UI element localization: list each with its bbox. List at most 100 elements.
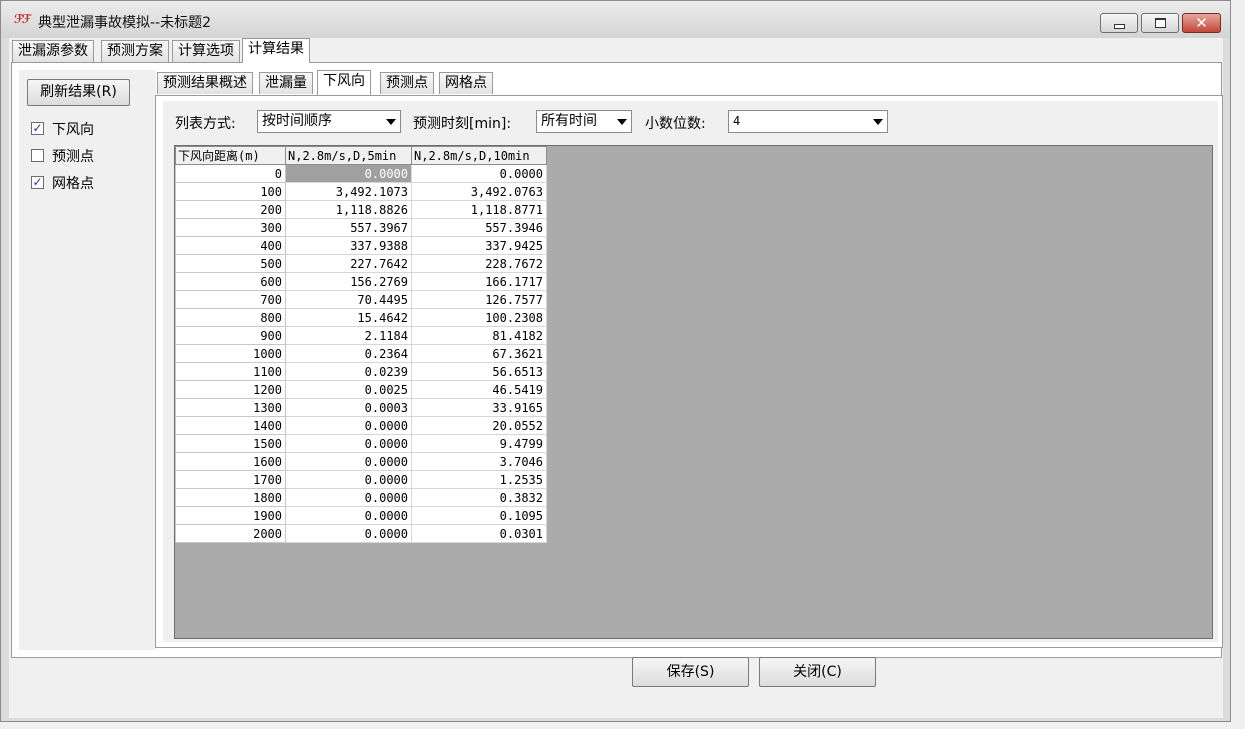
cell-5min[interactable]: 156.2769 <box>285 272 412 291</box>
cell-distance[interactable]: 2000 <box>175 524 286 543</box>
list-mode-select[interactable]: 按时间顺序 <box>257 110 401 133</box>
maximize-button[interactable] <box>1141 13 1179 33</box>
cell-distance[interactable]: 200 <box>175 200 286 219</box>
minimize-button[interactable] <box>1100 13 1138 33</box>
checkbox-grid-points[interactable]: ✓ <box>31 176 44 189</box>
cell-5min[interactable]: 0.0000 <box>285 470 412 489</box>
table-row[interactable]: 1200 0.0025 46.5419 <box>175 380 547 399</box>
column-header-distance[interactable]: 下风向距离(m) <box>175 146 286 165</box>
cell-distance[interactable]: 1800 <box>175 488 286 507</box>
table-row[interactable]: 900 2.1184 81.4182 <box>175 326 547 345</box>
tab-results-overview[interactable]: 预测结果概述 <box>157 72 253 94</box>
cell-distance[interactable]: 800 <box>175 308 286 327</box>
cell-distance[interactable]: 1700 <box>175 470 286 489</box>
cell-10min[interactable]: 20.0552 <box>411 416 547 435</box>
cell-distance[interactable]: 600 <box>175 272 286 291</box>
cell-10min[interactable]: 0.3832 <box>411 488 547 507</box>
tab-calc-options[interactable]: 计算选项 <box>172 40 240 62</box>
cell-10min[interactable]: 557.3946 <box>411 218 547 237</box>
cell-10min[interactable]: 166.1717 <box>411 272 547 291</box>
tab-forecast-points[interactable]: 预测点 <box>380 72 434 94</box>
cell-5min[interactable]: 1,118.8826 <box>285 200 412 219</box>
save-button[interactable]: 保存(S) <box>632 657 749 687</box>
table-row[interactable]: 700 70.4495 126.7577 <box>175 290 547 309</box>
cell-10min[interactable]: 0.0301 <box>411 524 547 543</box>
cell-10min[interactable]: 337.9425 <box>411 236 547 255</box>
decimals-select[interactable]: 4 <box>728 110 888 133</box>
cell-5min[interactable]: 0.0239 <box>285 362 412 381</box>
cell-5min[interactable]: 70.4495 <box>285 290 412 309</box>
table-row[interactable]: 200 1,118.8826 1,118.8771 <box>175 200 547 219</box>
cell-5min[interactable]: 0.0000 <box>285 452 412 471</box>
checkbox-downwind[interactable]: ✓ <box>31 122 44 135</box>
cell-distance[interactable]: 1600 <box>175 452 286 471</box>
table-row[interactable]: 800 15.4642 100.2308 <box>175 308 547 327</box>
table-row[interactable]: 1100 0.0239 56.6513 <box>175 362 547 381</box>
tab-calc-results[interactable]: 计算结果 <box>242 38 310 63</box>
table-row[interactable]: 1300 0.0003 33.9165 <box>175 398 547 417</box>
cell-10min[interactable]: 9.4799 <box>411 434 547 453</box>
cell-distance[interactable]: 1100 <box>175 362 286 381</box>
table-row[interactable]: 400 337.9388 337.9425 <box>175 236 547 255</box>
close-button[interactable]: 关闭(C) <box>759 657 876 687</box>
cell-distance[interactable]: 700 <box>175 290 286 309</box>
cell-5min[interactable]: 227.7642 <box>285 254 412 273</box>
table-row[interactable]: 1400 0.0000 20.0552 <box>175 416 547 435</box>
cell-distance[interactable]: 500 <box>175 254 286 273</box>
cell-5min[interactable]: 0.0025 <box>285 380 412 399</box>
refresh-results-button[interactable]: 刷新结果(R) <box>27 79 130 106</box>
cell-10min[interactable]: 126.7577 <box>411 290 547 309</box>
checkbox-forecast-points[interactable] <box>31 149 44 162</box>
cell-distance[interactable]: 1000 <box>175 344 286 363</box>
cell-5min[interactable]: 0.0000 <box>285 488 412 507</box>
cell-10min[interactable]: 46.5419 <box>411 380 547 399</box>
cell-5min[interactable]: 2.1184 <box>285 326 412 345</box>
cell-distance[interactable]: 0 <box>175 164 286 183</box>
cell-5min[interactable]: 557.3967 <box>285 218 412 237</box>
cell-10min[interactable]: 56.6513 <box>411 362 547 381</box>
cell-distance[interactable]: 1300 <box>175 398 286 417</box>
table-row[interactable]: 1500 0.0000 9.4799 <box>175 434 547 453</box>
cell-distance[interactable]: 1200 <box>175 380 286 399</box>
cell-distance[interactable]: 100 <box>175 182 286 201</box>
column-header-5min[interactable]: N,2.8m/s,D,5min <box>285 146 412 165</box>
cell-10min[interactable]: 67.3621 <box>411 344 547 363</box>
tab-downwind[interactable]: 下风向 <box>317 70 371 95</box>
cell-5min[interactable]: 337.9388 <box>285 236 412 255</box>
table-row[interactable]: 1600 0.0000 3.7046 <box>175 452 547 471</box>
column-header-10min[interactable]: N,2.8m/s,D,10min <box>411 146 547 165</box>
tab-grid-points[interactable]: 网格点 <box>439 72 493 94</box>
cell-distance[interactable]: 400 <box>175 236 286 255</box>
cell-distance[interactable]: 300 <box>175 218 286 237</box>
table-row[interactable]: 1900 0.0000 0.1095 <box>175 506 547 525</box>
cell-5min[interactable]: 3,492.1073 <box>285 182 412 201</box>
cell-distance[interactable]: 1900 <box>175 506 286 525</box>
downwind-results-grid[interactable]: 下风向距离(m) N,2.8m/s,D,5min N,2.8m/s,D,10mi… <box>174 145 1213 639</box>
tab-leak-amount[interactable]: 泄漏量 <box>259 72 313 94</box>
cell-10min[interactable]: 1,118.8771 <box>411 200 547 219</box>
close-window-button[interactable]: ✕ <box>1182 13 1221 33</box>
table-row[interactable]: 100 3,492.1073 3,492.0763 <box>175 182 547 201</box>
cell-10min[interactable]: 100.2308 <box>411 308 547 327</box>
table-row[interactable]: 300 557.3967 557.3946 <box>175 218 547 237</box>
table-row[interactable]: 600 156.2769 166.1717 <box>175 272 547 291</box>
cell-5min[interactable]: 0.0000 <box>285 524 412 543</box>
cell-10min[interactable]: 3.7046 <box>411 452 547 471</box>
table-row[interactable]: 1800 0.0000 0.3832 <box>175 488 547 507</box>
table-row[interactable]: 500 227.7642 228.7672 <box>175 254 547 273</box>
forecast-time-select[interactable]: 所有时间 <box>536 110 632 133</box>
cell-5min[interactable]: 15.4642 <box>285 308 412 327</box>
cell-10min[interactable]: 0.0000 <box>411 164 547 183</box>
table-row[interactable]: 0 0.0000 0.0000 <box>175 164 547 183</box>
cell-5min[interactable]: 0.0000 <box>285 164 412 183</box>
cell-distance[interactable]: 900 <box>175 326 286 345</box>
tab-leak-source[interactable]: 泄漏源参数 <box>12 40 94 62</box>
cell-5min[interactable]: 0.2364 <box>285 344 412 363</box>
table-row[interactable]: 2000 0.0000 0.0301 <box>175 524 547 543</box>
table-row[interactable]: 1000 0.2364 67.3621 <box>175 344 547 363</box>
table-row[interactable]: 1700 0.0000 1.2535 <box>175 470 547 489</box>
cell-10min[interactable]: 3,492.0763 <box>411 182 547 201</box>
cell-5min[interactable]: 0.0000 <box>285 434 412 453</box>
cell-10min[interactable]: 1.2535 <box>411 470 547 489</box>
cell-5min[interactable]: 0.0000 <box>285 416 412 435</box>
